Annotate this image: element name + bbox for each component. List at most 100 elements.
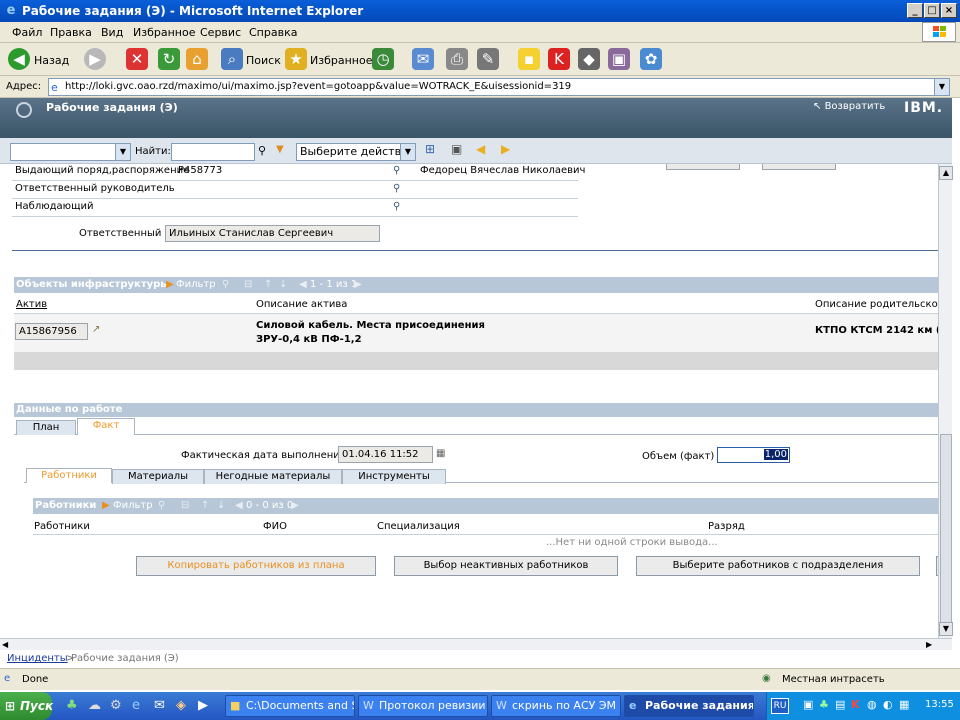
next-icon[interactable]: ▶ [501, 142, 510, 156]
lang-indicator[interactable]: RU [771, 698, 789, 714]
scroll-thumb[interactable] [940, 434, 952, 624]
menu-tools[interactable]: Сервис [200, 26, 241, 39]
minimize-button[interactable]: _ [907, 3, 923, 18]
print-icon[interactable]: ⎙ [446, 48, 468, 70]
asset-field[interactable]: A15867956 [15, 323, 88, 340]
subtab-workers[interactable]: Работники [26, 468, 112, 483]
scroll-down-icon[interactable]: ▼ [939, 622, 953, 636]
search-label[interactable]: Поиск [246, 54, 281, 67]
select-inactive-workers-button[interactable]: Выбор неактивных работников [394, 556, 618, 576]
workers-filter-link[interactable]: Фильтр [113, 498, 153, 514]
task-ie-active[interactable]: e Рабочие задания... [624, 695, 754, 717]
copy-workers-button[interactable]: Копировать работников из плана [136, 556, 376, 576]
task-folder[interactable]: ■ C:\Documents and S... [225, 695, 355, 717]
observer-lookup-icon[interactable]: ⚲ [393, 201, 400, 212]
scroll-right-icon[interactable]: ▶ [926, 639, 932, 650]
tray-icon-f[interactable]: ▦ [899, 698, 909, 711]
quicklaunch-cloud-icon[interactable]: ☁ [88, 698, 101, 713]
partial-field-b[interactable] [762, 164, 836, 170]
vertical-scrollbar[interactable]: ▲ ▼ [938, 164, 953, 638]
close-button[interactable]: × [941, 3, 957, 18]
tab-fact[interactable]: Факт [77, 418, 135, 435]
scroll-left-icon[interactable]: ◀ [2, 639, 8, 650]
messenger-icon[interactable]: ◆ [578, 48, 600, 70]
filter-arrow-icon[interactable]: ▶ [102, 498, 110, 514]
find-input[interactable] [171, 143, 255, 161]
next-page-icon[interactable]: ▶ [291, 498, 299, 514]
subtab-materials[interactable]: Материалы [112, 469, 204, 484]
arrow-down-icon[interactable]: ↓ [217, 498, 225, 514]
arrow-down-icon[interactable]: ↓ [279, 277, 287, 293]
new-record-icon[interactable]: ⊞ [425, 142, 435, 156]
partial-field-a[interactable] [666, 164, 740, 170]
note-icon[interactable]: ▪ [518, 48, 540, 70]
tab-plan[interactable]: План [16, 420, 76, 435]
menu-file[interactable]: Файл [12, 26, 42, 39]
restore-button[interactable]: □ [924, 3, 940, 18]
start-button[interactable]: ⊞ Пуск [0, 692, 53, 720]
task-word-screens[interactable]: W скринь по АСУ ЭМ ... [491, 695, 621, 717]
go-to-asset-icon[interactable]: ↗ [92, 324, 100, 335]
forward-arrow-icon[interactable]: ▶ [84, 48, 106, 70]
quicklaunch-ie-icon[interactable]: e [132, 698, 140, 713]
infra-row[interactable]: A15867956 ↗ Силовой кабель. Места присое… [14, 314, 938, 352]
people-icon[interactable]: ✿ [640, 48, 662, 70]
manager-lookup-icon[interactable]: ⚲ [393, 183, 400, 194]
mail-icon[interactable]: ✉ [412, 48, 434, 70]
subtab-tools[interactable]: Инструменты [342, 469, 446, 484]
prev-page-icon[interactable]: ◀ [299, 277, 307, 293]
favorites-star-icon[interactable]: ★ [285, 48, 307, 70]
tray-icon-c[interactable]: ▤ [835, 698, 845, 711]
prev-page-icon[interactable]: ◀ [235, 498, 243, 514]
quicklaunch-gear-icon[interactable]: ⚙ [110, 698, 122, 713]
download-icon[interactable]: ⊟ [244, 277, 252, 293]
back-arrow-icon[interactable]: ◀ [8, 48, 30, 70]
query-select[interactable]: ▼ [10, 143, 131, 161]
col-asset[interactable]: Актив [16, 299, 47, 310]
find-dropdown-icon[interactable]: ▼ [276, 144, 284, 155]
favorites-label[interactable]: Избранное [310, 54, 372, 67]
clear-filter-icon[interactable]: ⚲ [158, 498, 165, 514]
quicklaunch-mail-icon[interactable]: ✉ [154, 698, 165, 713]
quicklaunch-tree-icon[interactable]: ♣ [66, 698, 78, 713]
tray-icon-d[interactable]: ◍ [867, 698, 877, 711]
address-input[interactable]: e http://loki.gvc.oao.rzd/maximo/ui/maxi… [48, 78, 950, 96]
tray-icon-b[interactable]: ♣ [819, 698, 829, 711]
menu-favorites[interactable]: Избранное [133, 26, 195, 39]
breadcrumb-link[interactable]: Инциденты [7, 653, 68, 664]
menu-help[interactable]: Справка [249, 26, 297, 39]
scroll-up-icon[interactable]: ▲ [939, 166, 953, 180]
tray-icon-a[interactable]: ▣ [803, 698, 813, 711]
refresh-icon[interactable]: ↻ [158, 48, 180, 70]
menu-view[interactable]: Вид [101, 26, 123, 39]
research-icon[interactable]: ▣ [608, 48, 630, 70]
back-label[interactable]: Назад [34, 54, 69, 67]
calendar-icon[interactable]: ▦ [436, 448, 445, 459]
tray-icon-e[interactable]: ◐ [883, 698, 893, 711]
menu-edit[interactable]: Правка [50, 26, 92, 39]
responsible-field[interactable]: Ильиных Станислав Сергеевич [165, 225, 380, 242]
quicklaunch-play-icon[interactable]: ▶ [198, 698, 208, 713]
next-page-icon[interactable]: ▶ [354, 277, 362, 293]
arrow-up-icon[interactable]: ↑ [264, 277, 272, 293]
return-link[interactable]: ↖ Возвратить [813, 101, 885, 112]
clear-filter-icon[interactable]: ⚲ [222, 277, 229, 293]
filter-arrow-icon[interactable]: ▶ [166, 277, 174, 293]
action-select[interactable]: Выберите действие ▼ [296, 143, 416, 161]
issuer-lookup-icon[interactable]: ⚲ [393, 165, 400, 176]
kaspersky-icon[interactable]: K [548, 48, 570, 70]
quicklaunch-media-icon[interactable]: ◈ [176, 698, 186, 713]
infra-filter-link[interactable]: Фильтр [176, 277, 216, 293]
subtab-bad-materials[interactable]: Негодные материалы [204, 469, 342, 484]
stop-icon[interactable]: ✕ [126, 48, 148, 70]
select-department-workers-button[interactable]: Выберите работников с подразделения [636, 556, 920, 576]
arrow-up-icon[interactable]: ↑ [201, 498, 209, 514]
home-icon[interactable]: ⌂ [186, 48, 208, 70]
tray-kaspersky-icon[interactable]: K [851, 698, 860, 711]
save-icon[interactable]: ▣ [451, 142, 462, 156]
previous-icon[interactable]: ◀ [476, 142, 485, 156]
history-icon[interactable]: ◷ [372, 48, 394, 70]
address-dropdown-icon[interactable]: ▼ [934, 79, 949, 95]
download-icon[interactable]: ⊟ [181, 498, 189, 514]
edit-icon[interactable]: ✎ [477, 48, 499, 70]
